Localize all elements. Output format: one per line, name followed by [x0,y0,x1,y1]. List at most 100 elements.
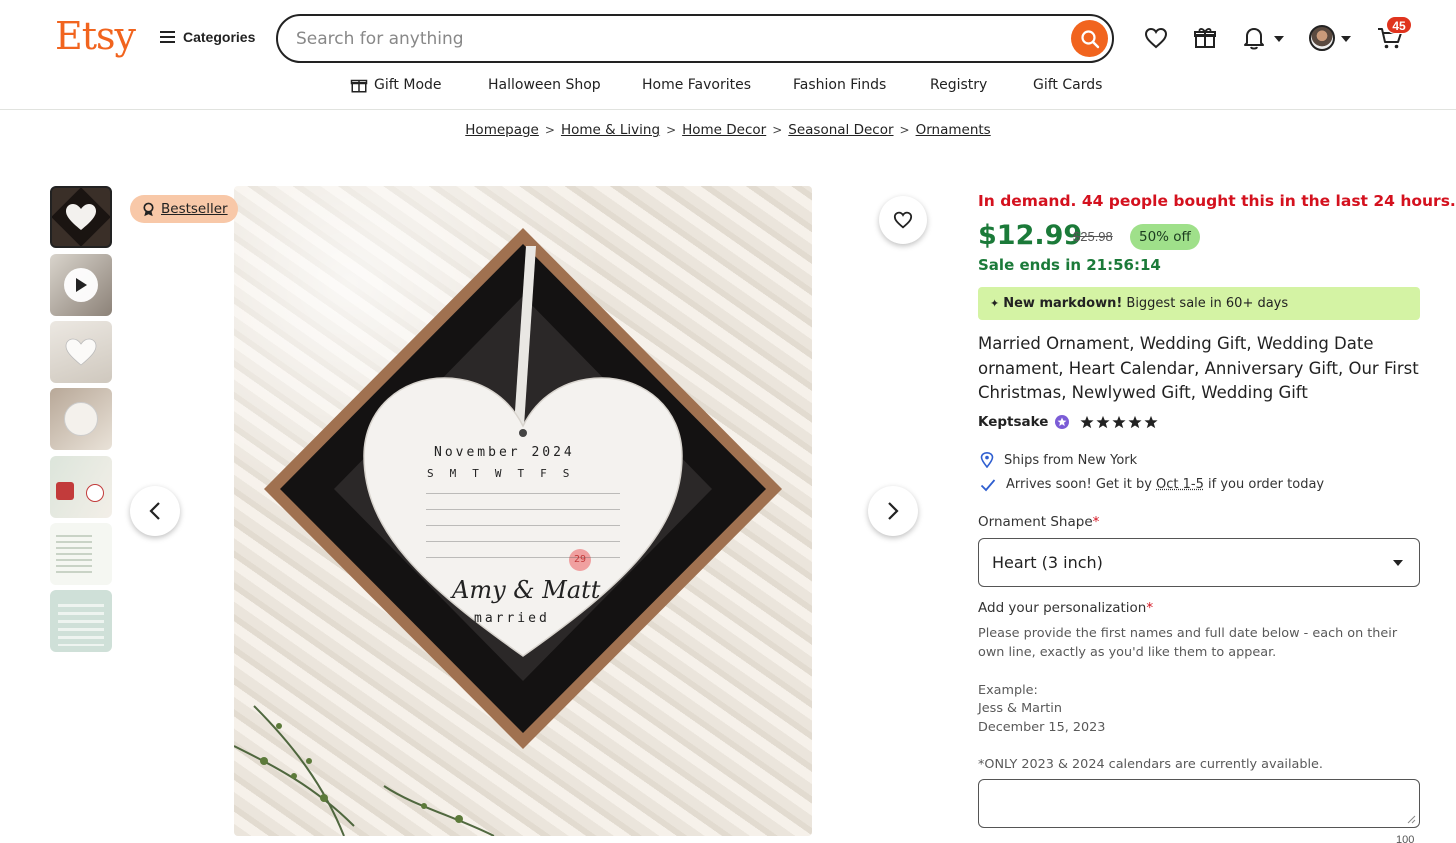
breadcrumb-seasonal-decor[interactable]: Seasonal Decor [788,122,893,138]
star-icon [1144,415,1158,429]
breadcrumb-ornaments[interactable]: Ornaments [916,122,991,138]
listing-title: Married Ornament, Wedding Gift, Wedding … [978,332,1420,406]
account-button[interactable] [1308,24,1336,52]
thumbnail-2-video[interactable] [50,254,112,316]
delivery-prefix: Arrives soon! Get it by [1006,477,1156,492]
ornament-shape-select[interactable]: Heart (3 inch) [978,538,1420,587]
shape-label-text: Ornament Shape [978,514,1093,530]
thumbnail-5[interactable] [50,456,112,518]
example-label: Example: [978,681,1038,700]
star-icon [1112,415,1126,429]
discount-badge: 50% off [1130,224,1200,250]
delivery-estimate: Arrives soon! Get it by Oct 1-5 if you o… [980,477,1324,492]
ships-from: Ships from New York [980,452,1137,468]
thumbnail-7[interactable] [50,590,112,652]
nav-halloween-shop[interactable]: Halloween Shop [488,77,601,93]
rating-stars[interactable] [1080,415,1158,429]
personalization-label: Add your personalization* [978,600,1153,616]
next-image-button[interactable] [868,486,918,536]
delivery-text: Arrives soon! Get it by Oct 1-5 if you o… [1006,477,1324,492]
nav-home-favorites[interactable]: Home Favorites [642,77,751,93]
breadcrumb-homepage[interactable]: Homepage [465,122,539,138]
weekday: S [427,467,434,480]
chevron-right-icon: > [900,123,910,137]
chevron-left-icon [148,501,162,521]
demand-message: In demand. 44 people bought this in the … [978,192,1456,210]
breadcrumb-home-living[interactable]: Home & Living [561,122,660,138]
gift-mode-button[interactable] [1191,24,1219,52]
category-nav: Gift Mode Halloween Shop Home Favorites … [0,77,1456,97]
calendar-weekdays: S M T W T F S [427,467,569,480]
heart-ornament-thumbnail [64,337,98,367]
search-button[interactable] [1071,20,1108,57]
delivery-date[interactable]: Oct 1-5 [1156,477,1204,492]
search-icon [1080,29,1100,49]
heart-icon [893,211,913,229]
select-value: Heart (3 inch) [992,553,1103,572]
personalization-help: Please provide the first names and full … [978,624,1418,662]
required-marker: * [1146,600,1153,616]
markdown-banner: ✦ New markdown! Biggest sale in 60+ days [978,287,1420,320]
ships-from-text: Ships from New York [1004,453,1137,468]
personalization-label-text: Add your personalization [978,600,1146,616]
sale-price: $12.99 [978,220,1082,251]
personalization-textarea[interactable] [978,779,1420,828]
breadcrumb-home-decor[interactable]: Home Decor [682,122,766,138]
heart-icon [1144,27,1168,49]
calendar-day-grid [426,488,620,566]
weekday: T [472,467,479,480]
nav-gift-mode[interactable]: Gift Mode [374,77,442,93]
shop-name-link[interactable]: Keptsake [978,414,1048,430]
bell-icon [1243,26,1265,50]
checkmark-icon [980,478,996,492]
play-icon [64,268,98,302]
star-icon [1096,415,1110,429]
avatar [1309,25,1335,51]
previous-image-button[interactable] [130,486,180,536]
categories-label: Categories [183,29,255,45]
chevron-down-icon [1393,560,1403,566]
location-pin-icon [980,452,994,468]
site-header: Etsy Categories Search for anything 45 G… [0,0,1456,110]
nav-fashion-finds[interactable]: Fashion Finds [793,77,886,93]
nav-gift-cards[interactable]: Gift Cards [1033,77,1102,93]
cart-count-badge: 45 [1386,16,1412,34]
character-counter: 100 [1396,834,1414,843]
thumbnail-6[interactable] [50,523,112,585]
main-product-image[interactable]: November 2024 S M T W T F S 29 Amy & Mat… [234,186,812,836]
shape-label: Ornament Shape* [978,514,1099,530]
favorite-item-button[interactable] [879,196,927,244]
example-line-2: December 15, 2023 [978,718,1105,737]
favorites-button[interactable] [1142,24,1170,52]
star-icon [1080,415,1094,429]
notifications-button[interactable] [1240,24,1268,52]
thumbnail-4[interactable] [50,388,112,450]
gift-icon [350,76,368,94]
resize-handle-icon[interactable] [1407,815,1416,824]
nav-registry[interactable]: Registry [930,77,987,93]
markdown-text: Biggest sale in 60+ days [1122,296,1288,311]
ornament-caption: married [474,611,550,626]
etsy-logo[interactable]: Etsy [55,14,135,58]
chevron-right-icon: > [545,123,555,137]
breadcrumb: Homepage > Home & Living > Home Decor > Season… [0,122,1456,138]
chevron-right-icon: > [772,123,782,137]
availability-note: *ONLY 2023 & 2024 calendars are currentl… [978,755,1323,774]
example-line-1: Jess & Martin [978,699,1062,718]
highlight-day: 29 [574,554,586,565]
required-marker: * [1093,514,1100,530]
calendar-month: November 2024 [434,445,575,460]
thumbnail-3[interactable] [50,321,112,383]
sale-countdown: Sale ends in 21:56:14 [978,256,1161,274]
thumbnail-1[interactable] [50,186,112,248]
bestseller-badge[interactable]: Bestseller [130,195,238,223]
categories-button[interactable]: Categories [160,29,255,45]
ornament-names: Amy & Matt [452,576,600,604]
weekday: T [518,467,525,480]
chevron-right-icon: > [666,123,676,137]
chevron-down-icon[interactable] [1341,36,1351,42]
chevron-down-icon[interactable] [1274,36,1284,42]
menu-icon [160,31,175,43]
bestseller-label: Bestseller [161,201,228,217]
search-input[interactable] [296,26,1056,52]
